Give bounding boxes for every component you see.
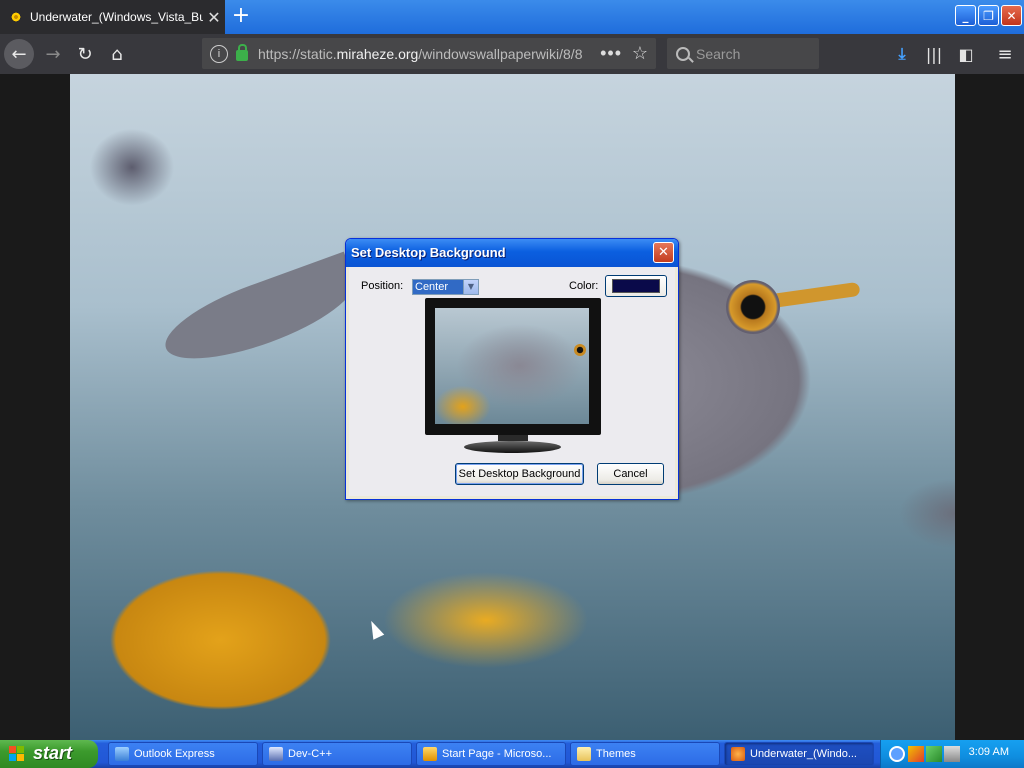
library-button[interactable]: ||| (919, 39, 949, 69)
taskbar-item-start-page[interactable]: Start Page - Microso... (416, 742, 566, 766)
position-value: Center (413, 280, 463, 294)
downloads-button[interactable]: ⤓ (887, 39, 917, 69)
close-window-button[interactable]: ✕ (1001, 5, 1022, 26)
cancel-button[interactable]: Cancel (597, 463, 664, 485)
taskbar-item-label: Themes (596, 748, 636, 760)
forward-button[interactable]: → (38, 39, 68, 69)
tab-title: Underwater_(Windows_Vista_Buil (30, 10, 203, 24)
back-button[interactable]: ← (4, 39, 34, 69)
taskbar-item-underwater[interactable]: Underwater_(Windo... (724, 742, 874, 766)
ie-icon (423, 747, 437, 761)
menu-button[interactable]: ≡ (990, 39, 1020, 69)
taskbar-item-dev-cpp[interactable]: Dev-C++ (262, 742, 412, 766)
tray-app-icon[interactable] (908, 746, 924, 762)
favicon-icon (8, 9, 24, 25)
page-actions-icon[interactable]: ••• (600, 43, 622, 64)
network-icon[interactable] (926, 746, 942, 762)
taskbar-item-label: Underwater_(Windo... (750, 748, 857, 760)
monitor-stand (464, 435, 561, 453)
search-bar[interactable]: Search (667, 38, 819, 69)
reload-icon: ↻ (77, 43, 93, 65)
volume-icon[interactable] (944, 746, 960, 762)
download-icon: ⤓ (898, 44, 906, 63)
info-icon[interactable]: i (210, 44, 228, 63)
url-path: /windowswallpaperwiki/8/8 (418, 45, 583, 62)
firefox-icon (731, 747, 745, 761)
system-tray: 3:09 AM (880, 740, 1024, 768)
taskbar-item-outlook-express[interactable]: Outlook Express (108, 742, 258, 766)
lock-icon (236, 44, 248, 61)
dialog-close-button[interactable]: ✕ (653, 242, 674, 263)
sidebar-icon: ◧ (958, 44, 974, 64)
position-label: Position: (361, 280, 404, 292)
browser-navbar: ← → ↻ ⌂ i https://static.miraheze.org/wi… (0, 34, 1024, 74)
sidebar-button[interactable]: ◧ (951, 39, 981, 69)
preview-screen (435, 308, 589, 424)
url-bar[interactable]: i https://static.miraheze.org/windowswal… (202, 38, 656, 69)
folder-icon (577, 747, 591, 761)
dialog-title: Set Desktop Background (346, 239, 678, 267)
search-input[interactable]: Search (696, 46, 740, 62)
taskbar: start Outlook Express Dev-C++ Start Page… (0, 740, 1024, 768)
start-button[interactable]: start (0, 740, 98, 768)
taskbar-items: Outlook Express Dev-C++ Start Page - Mic… (108, 742, 874, 766)
set-desktop-background-dialog: Set Desktop Background ✕ Position: Cente… (345, 238, 679, 500)
taskbar-item-themes[interactable]: Themes (570, 742, 720, 766)
monitor-preview (425, 298, 601, 435)
position-select[interactable]: Center ▼ (412, 279, 479, 295)
url-text[interactable]: https://static.miraheze.org/windowswallp… (258, 46, 598, 62)
monitor-base (464, 441, 561, 453)
chevron-down-icon[interactable]: ▼ (463, 280, 478, 294)
color-label: Color: (569, 280, 599, 292)
restore-button[interactable]: ❐ (978, 5, 999, 26)
tab-close-button[interactable]: ✕ (203, 8, 225, 27)
taskbar-item-label: Dev-C++ (288, 748, 333, 760)
taskbar-clock[interactable]: 3:09 AM (969, 746, 1009, 758)
taskbar-item-label: Start Page - Microso... (442, 748, 552, 760)
hamburger-icon: ≡ (997, 43, 1013, 65)
color-picker-button[interactable] (605, 275, 667, 297)
bookmark-star-icon[interactable]: ☆ (632, 43, 648, 64)
preview-fish-eye (574, 344, 586, 356)
start-label: start (33, 743, 73, 763)
library-icon: ||| (925, 44, 943, 64)
taskbar-item-label: Outlook Express (134, 748, 215, 760)
browser-titlebar: Underwater_(Windows_Vista_Buil ✕ + _ ❐ ✕ (0, 0, 1024, 34)
fish-stripe-shape (769, 281, 861, 309)
url-prefix: https://static. (258, 45, 337, 62)
dev-cpp-icon (269, 747, 283, 761)
browser-tab-active[interactable]: Underwater_(Windows_Vista_Buil ✕ (0, 0, 225, 34)
dialog-body: Position: Center ▼ Color: Set Desktop Ba… (349, 267, 675, 496)
url-domain: miraheze.org (336, 45, 419, 62)
search-icon (676, 46, 690, 61)
fish-fin-shape (155, 251, 365, 377)
back-arrow-tray-icon[interactable] (889, 746, 905, 762)
windows-flag-icon (9, 746, 25, 762)
color-swatch (612, 279, 660, 293)
reload-button[interactable]: ↻ (70, 39, 100, 69)
arrow-right-icon: → (45, 43, 61, 65)
home-button[interactable]: ⌂ (102, 39, 132, 69)
new-tab-button[interactable]: + (228, 3, 254, 29)
minimize-button[interactable]: _ (955, 5, 976, 26)
outlook-express-icon (115, 747, 129, 761)
window-controls: _ ❐ ✕ (955, 5, 1022, 26)
arrow-left-icon: ← (11, 43, 27, 65)
fish-eye-shape (726, 280, 780, 334)
set-desktop-background-button[interactable]: Set Desktop Background (455, 463, 584, 485)
home-icon: ⌂ (111, 43, 123, 65)
